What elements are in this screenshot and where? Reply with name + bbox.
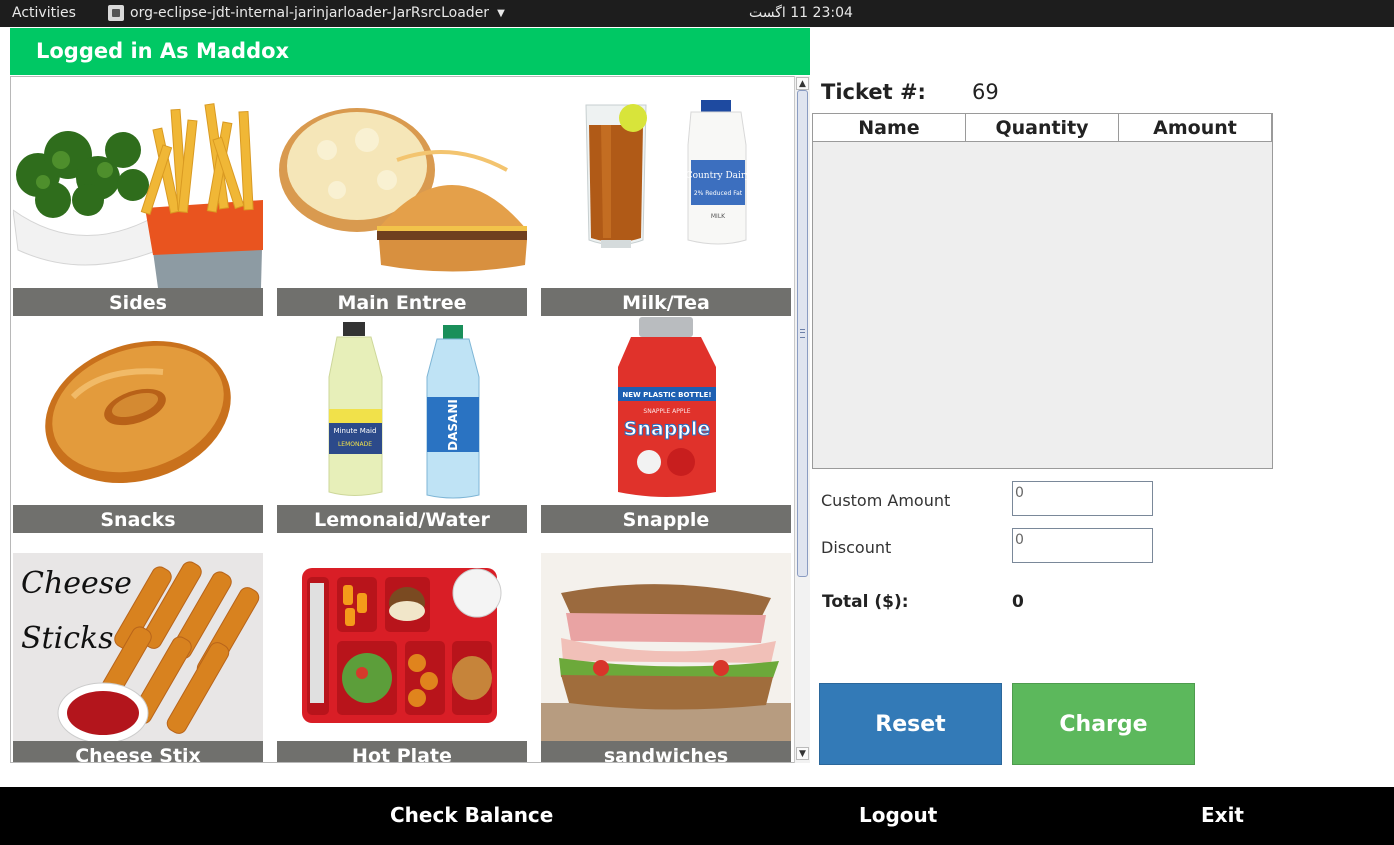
charge-button[interactable]: Charge <box>1012 683 1195 765</box>
category-label: Main Entree <box>277 288 527 316</box>
cheese-stix-image: Cheese Sticks <box>13 553 263 741</box>
column-header-name[interactable]: Name <box>813 114 966 142</box>
sandwiches-image <box>541 553 791 741</box>
category-label: Hot Plate <box>277 741 527 762</box>
grip-icon <box>800 329 805 338</box>
snapple-flavor-text: SNAPPLE APPLE <box>643 408 690 415</box>
app-icon <box>108 5 124 21</box>
milk-type-text: MILK <box>711 213 726 220</box>
logout-button[interactable]: Logout <box>859 803 937 827</box>
ticket-number: 69 <box>972 80 999 104</box>
category-grid: Sides Main Entree Country Dairy 2% Reduc… <box>10 76 810 763</box>
discount-label: Discount <box>821 538 892 557</box>
category-tile-milk-tea[interactable]: Country Dairy 2% Reduced Fat MILK Milk/T… <box>541 100 791 316</box>
check-balance-button[interactable]: Check Balance <box>390 803 553 827</box>
scroll-up-arrow-icon[interactable]: ▲ <box>796 77 809 90</box>
order-table[interactable]: Name Quantity Amount <box>812 113 1273 469</box>
hot-plate-image <box>277 553 527 741</box>
sides-image <box>13 100 263 288</box>
custom-amount-input[interactable] <box>1012 481 1153 516</box>
app-menu-label: org-eclipse-jdt-internal-jarinjarloader-… <box>130 5 490 21</box>
category-label: Lemonaid/Water <box>277 505 527 533</box>
custom-amount-label: Custom Amount <box>821 491 951 510</box>
app-menu[interactable]: org-eclipse-jdt-internal-jarinjarloader-… <box>108 5 505 21</box>
category-tile-snapple[interactable]: NEW PLASTIC BOTTLE! SNAPPLE APPLE Snappl… <box>541 317 791 533</box>
category-label: Cheese Stix <box>13 741 263 762</box>
lemonade-type-text: LEMONADE <box>338 441 372 448</box>
category-tile-sides[interactable]: Sides <box>13 100 263 316</box>
category-tile-lemonaid-water[interactable]: Minute Maid LEMONADE DASANI Lemonaid/Wat… <box>277 317 527 533</box>
category-tile-snacks[interactable]: Snacks <box>13 317 263 533</box>
snapple-image: NEW PLASTIC BOTTLE! SNAPPLE APPLE Snappl… <box>541 317 791 505</box>
category-label: Sides <box>13 288 263 316</box>
category-tile-main-entree[interactable]: Main Entree <box>277 100 527 316</box>
activities-button[interactable]: Activities <box>12 5 76 21</box>
discount-input[interactable] <box>1012 528 1153 563</box>
category-label: Snacks <box>13 505 263 533</box>
lemonade-brand-text: Minute Maid <box>334 427 377 435</box>
bottom-nav-bar: Check Balance Logout Exit <box>0 787 1394 845</box>
snapple-banner-text: NEW PLASTIC BOTTLE! <box>622 391 711 399</box>
category-label: sandwiches <box>541 741 791 762</box>
category-tile-hot-plate[interactable]: Hot Plate <box>277 553 527 762</box>
milk-fat-text: 2% Reduced Fat <box>694 190 743 197</box>
exit-button[interactable]: Exit <box>1201 803 1244 827</box>
login-header: Logged in As Maddox <box>10 28 810 75</box>
reset-button[interactable]: Reset <box>819 683 1002 765</box>
total-label: Total ($): <box>822 592 909 612</box>
grid-scrollbar[interactable]: ▲ ▼ <box>794 76 810 763</box>
category-tile-cheese-stix[interactable]: Cheese Sticks Cheese Stix <box>13 553 263 762</box>
category-tile-sandwiches[interactable]: sandwiches <box>541 553 791 762</box>
ticket-label: Ticket #: <box>821 80 926 104</box>
total-value: 0 <box>1012 592 1024 612</box>
clock[interactable]: 23:04 11 اگست <box>749 5 853 21</box>
caret-down-icon: ▼ <box>497 7 505 19</box>
main-entree-image <box>277 100 527 288</box>
column-header-quantity[interactable]: Quantity <box>966 114 1119 142</box>
snapple-brand-text: Snapple <box>624 418 711 440</box>
milk-brand-text: Country Dairy <box>686 171 752 181</box>
scroll-down-arrow-icon[interactable]: ▼ <box>796 747 809 760</box>
cheese-image-text-1: Cheese <box>21 566 132 601</box>
category-label: Milk/Tea <box>541 288 791 316</box>
water-brand-text: DASANI <box>446 399 460 451</box>
cheese-image-text-2: Sticks <box>21 621 114 656</box>
login-status-text: Logged in As Maddox <box>36 39 290 63</box>
system-top-bar: Activities org-eclipse-jdt-internal-jari… <box>0 0 1394 27</box>
category-label: Snapple <box>541 505 791 533</box>
column-header-amount[interactable]: Amount <box>1119 114 1272 142</box>
milk-tea-image: Country Dairy 2% Reduced Fat MILK <box>541 100 791 288</box>
lemonaid-water-image: Minute Maid LEMONADE DASANI <box>277 317 527 505</box>
scroll-thumb[interactable] <box>797 90 808 577</box>
snacks-image <box>13 317 263 505</box>
